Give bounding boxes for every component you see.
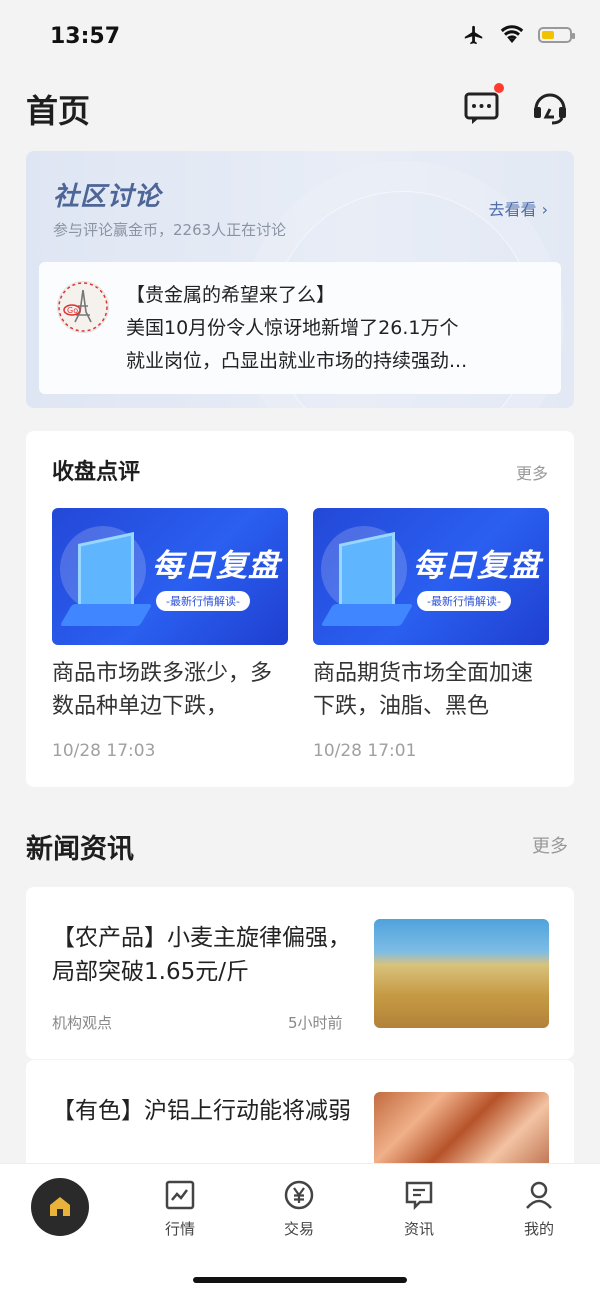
headset-icon xyxy=(534,93,566,125)
post-body-line-2: 就业岗位，凸显出就业市场的持续强劲... xyxy=(126,350,468,372)
page-title: 首页 xyxy=(26,92,91,130)
yen-coin-icon xyxy=(284,1180,314,1210)
post-text: 【贵金属的希望来了么】 美国10月份令人惊讶地新增了26.1万个 就业岗位，凸显… xyxy=(126,279,546,378)
tab-label: 我的 xyxy=(523,1220,554,1238)
review-item-title: 商品期货市场全面加速下跌，油脂、黑色 xyxy=(313,661,534,719)
banner-heading: 每日复盘 xyxy=(152,548,280,584)
tab-news[interactable]: 资讯 xyxy=(379,1180,459,1239)
review-item-time: 10/28 17:03 xyxy=(52,741,156,761)
news-message-icon xyxy=(405,1181,433,1211)
user-icon xyxy=(526,1181,552,1209)
airplane-icon xyxy=(464,25,483,45)
news-item-title: 【农产品】小麦主旋律偏强，局部突破1.65元/斤 xyxy=(52,925,351,985)
news-item[interactable]: 【农产品】小麦主旋律偏强，局部突破1.65元/斤 机构观点 5小时前 xyxy=(26,887,574,1059)
tab-label: 交易 xyxy=(283,1220,314,1238)
review-banner-image: 每日复盘 -最新行情解读- xyxy=(313,508,549,645)
svg-text:Go: Go xyxy=(67,306,78,315)
review-item-time: 10/28 17:01 xyxy=(313,741,417,761)
closing-review-more-link[interactable]: 更多 xyxy=(516,460,548,484)
news-section-title: 新闻资讯 xyxy=(26,834,134,865)
review-banner-image: 每日复盘 -最新行情解读- xyxy=(52,508,288,645)
wifi-icon xyxy=(500,25,524,43)
review-item[interactable]: 每日复盘 -最新行情解读- 商品市场跌多涨少，多数品种单边下跌， 10/28 1… xyxy=(52,508,288,761)
eiffel-tower-icon: Go xyxy=(58,282,108,332)
tab-market[interactable]: 行情 xyxy=(140,1180,220,1239)
tab-label: 行情 xyxy=(164,1220,195,1238)
post-body-line-1: 美国10月份令人惊讶地新增了26.1万个 xyxy=(126,317,459,339)
message-icon xyxy=(464,92,499,124)
news-item-time: 5小时前 xyxy=(288,1014,343,1032)
battery-icon xyxy=(538,27,575,43)
tab-home[interactable] xyxy=(31,1178,89,1236)
chart-icon xyxy=(165,1180,195,1210)
home-icon xyxy=(50,1197,70,1216)
news-more-link[interactable]: 更多 xyxy=(532,832,568,858)
closing-review-title: 收盘点评 xyxy=(52,460,141,485)
status-icons xyxy=(462,24,575,46)
tab-mine[interactable]: 我的 xyxy=(499,1180,579,1239)
community-discussion-card[interactable]: 社区讨论 参与评论赢金币，2263人正在讨论 去看看 › Go 【贵金属的希望来… xyxy=(26,151,574,408)
community-subtitle: 参与评论赢金币，2263人正在讨论 xyxy=(53,221,287,239)
tab-label: 资讯 xyxy=(403,1220,434,1238)
tab-trade[interactable]: 交易 xyxy=(259,1180,339,1239)
community-view-link[interactable]: 去看看 › xyxy=(489,196,549,220)
banner-subheading: -最新行情解读- xyxy=(417,591,511,611)
status-bar: 13:57 xyxy=(0,0,600,76)
header: 首页 xyxy=(0,76,600,136)
banner-heading: 每日复盘 xyxy=(413,548,541,584)
community-title: 社区讨论 xyxy=(53,182,162,212)
review-item-title: 商品市场跌多涨少，多数品种单边下跌， xyxy=(52,661,273,719)
home-indicator xyxy=(193,1277,407,1283)
news-item-source: 机构观点 xyxy=(52,1014,113,1032)
closing-review-card: 收盘点评 更多 每日复盘 -最新行情解读- 商品市场跌多涨少，多数品种单边下跌，… xyxy=(26,431,574,787)
message-button[interactable] xyxy=(462,83,504,127)
customer-service-button[interactable] xyxy=(530,87,570,127)
banner-subheading: -最新行情解读- xyxy=(156,591,250,611)
review-item[interactable]: 每日复盘 -最新行情解读- 商品期货市场全面加速下跌，油脂、黑色 10/28 1… xyxy=(313,508,549,761)
community-post[interactable]: Go 【贵金属的希望来了么】 美国10月份令人惊讶地新增了26.1万个 就业岗位… xyxy=(39,262,561,394)
wheat-field-image xyxy=(374,919,549,1028)
status-time: 13:57 xyxy=(50,24,121,49)
post-avatar: Go xyxy=(57,281,109,333)
news-item-title: 【有色】沪铝上行动能将减弱 xyxy=(52,1098,351,1124)
notification-dot xyxy=(494,83,504,93)
post-title: 【贵金属的希望来了么】 xyxy=(126,284,336,306)
